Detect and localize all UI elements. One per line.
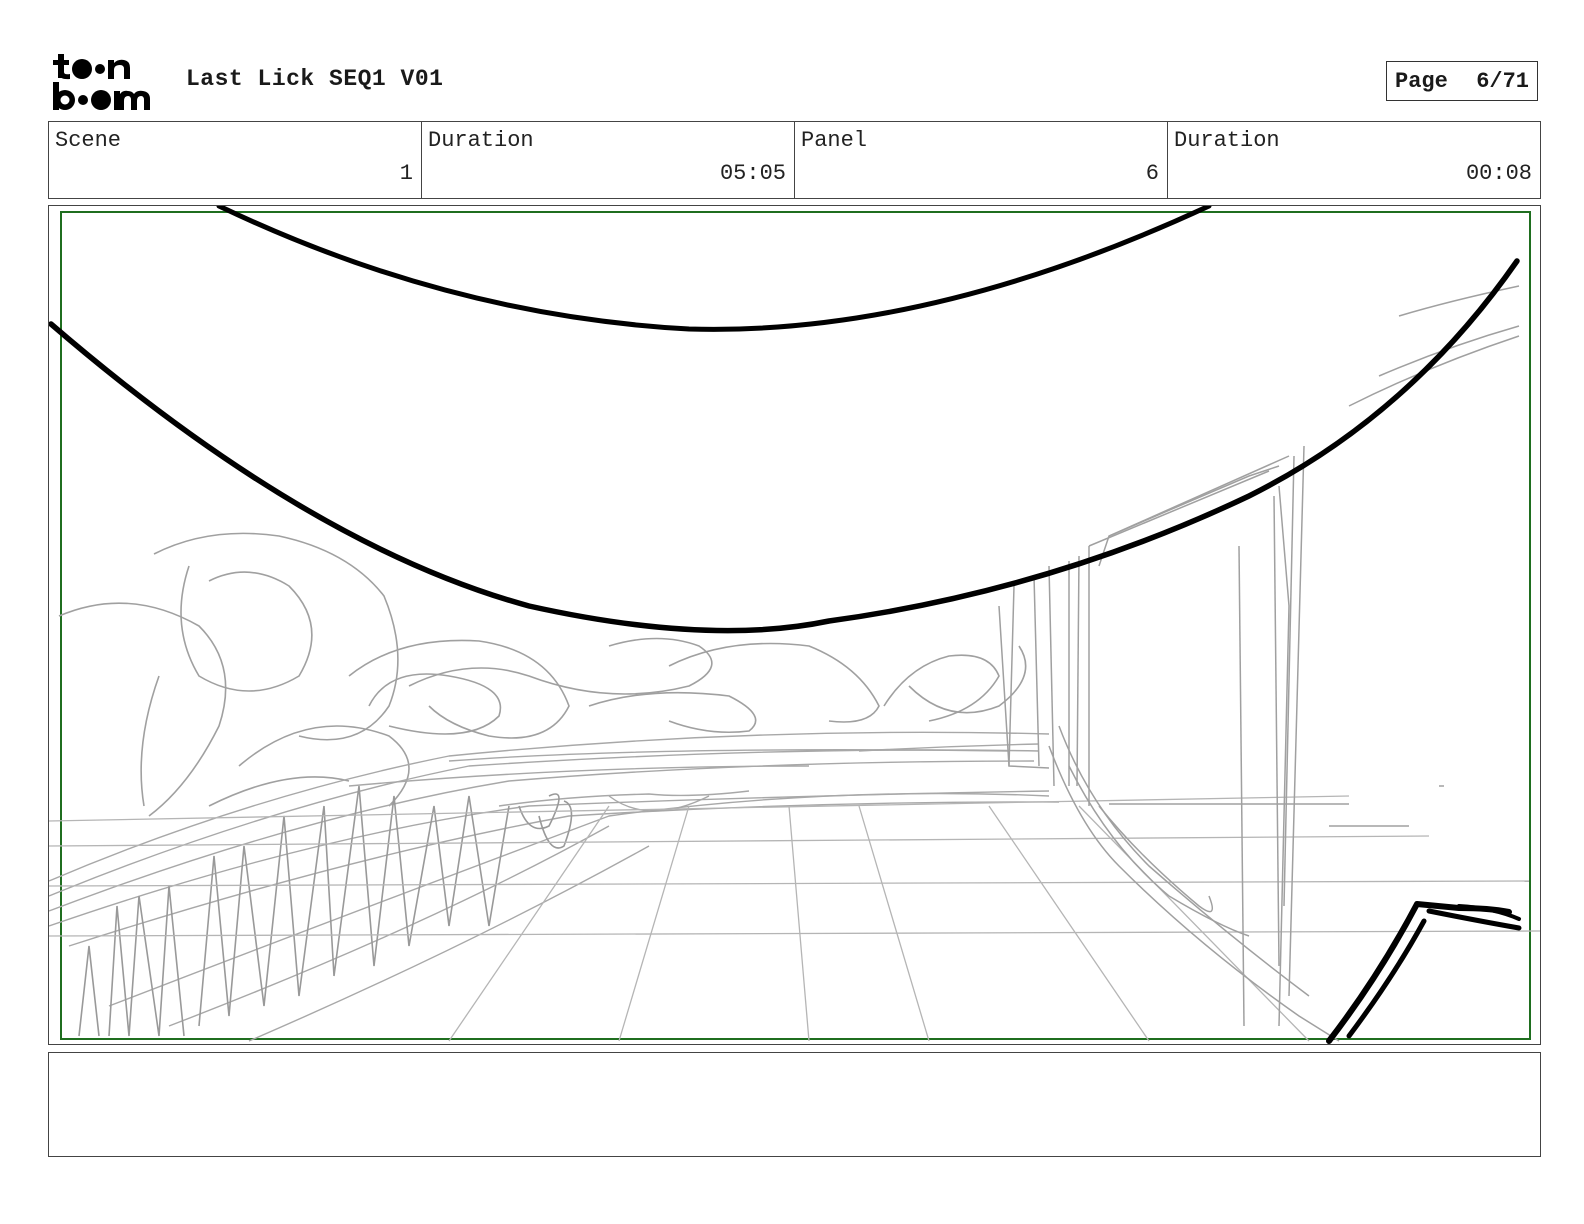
scene-duration-value: 05:05 [719, 161, 786, 186]
toon-boom-logo [50, 50, 166, 112]
storyboard-panel [48, 205, 1541, 1045]
sketch-building [998, 285, 1520, 1042]
ink-corner-object [1326, 901, 1522, 1044]
document-title: Last Lick SEQ1 V01 [186, 66, 444, 92]
scene-label: Scene [55, 128, 122, 153]
panel-sketch [49, 206, 1540, 1044]
panel-duration-value: 00:08 [1465, 161, 1532, 186]
scene-cell: Scene 1 [49, 122, 422, 198]
page-indicator: Page 6/71 [1386, 61, 1538, 101]
page-label: Page [1395, 68, 1448, 94]
panel-label: Panel [801, 128, 868, 153]
scene-duration-cell: Duration 05:05 [422, 122, 795, 198]
scene-value: 1 [399, 161, 413, 186]
panel-notes-box[interactable] [48, 1052, 1541, 1157]
ink-foreground-arcs [49, 206, 1520, 634]
sketch-grass [78, 785, 573, 1037]
page-number: 6/71 [1476, 68, 1529, 94]
panel-duration-cell: Duration 00:08 [1168, 122, 1540, 198]
panel-info-table: Scene 1 Duration 05:05 Panel 6 Duration … [48, 121, 1541, 199]
scene-duration-label: Duration [428, 128, 534, 153]
panel-value: 6 [1145, 161, 1159, 186]
panel-duration-label: Duration [1174, 128, 1280, 153]
sketch-bushes [58, 532, 1027, 817]
panel-cell: Panel 6 [795, 122, 1168, 198]
